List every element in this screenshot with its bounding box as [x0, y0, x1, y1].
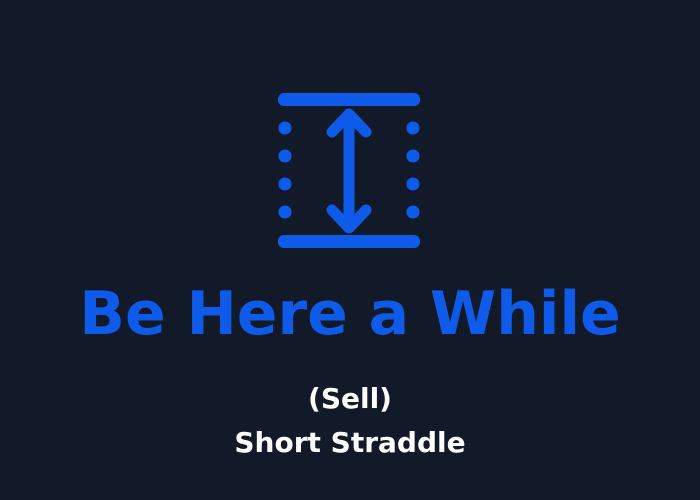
- card-canvas: Be Here a While (Sell) Short Straddle: [0, 0, 700, 500]
- vertical-range-arrows-icon: [278, 93, 420, 248]
- subtitle-sell: (Sell): [308, 382, 392, 415]
- subtitle-strategy: Short Straddle: [234, 426, 466, 459]
- top-bar: [278, 93, 420, 106]
- bottom-bar: [278, 235, 420, 248]
- headline-title: Be Here a While: [79, 279, 621, 349]
- right-dots: [406, 121, 420, 219]
- double-arrow: [326, 108, 372, 234]
- left-dots: [278, 121, 292, 219]
